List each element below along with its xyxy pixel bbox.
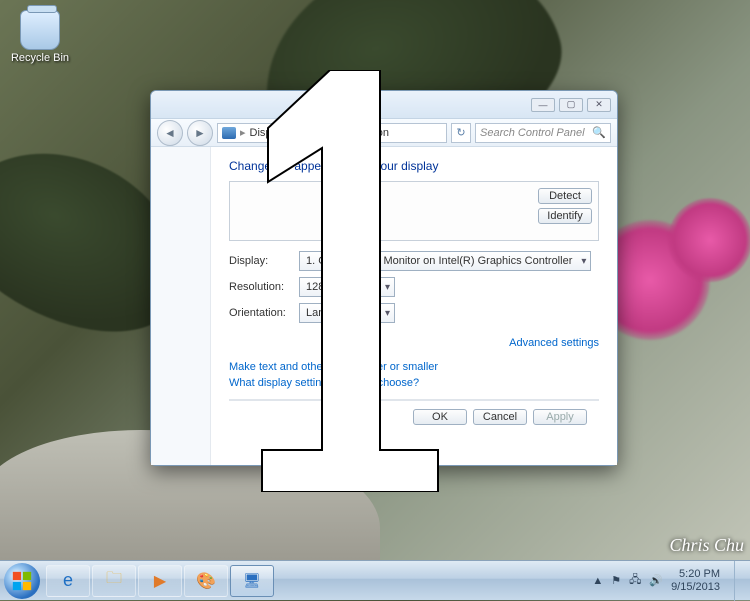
clock-time: 5:20 PM	[671, 568, 720, 580]
search-input[interactable]: Search Control Panel 🔍	[475, 123, 611, 143]
network-icon[interactable]: 🖧	[629, 571, 641, 590]
dialog-buttons: OK Cancel Apply	[229, 400, 599, 433]
show-desktop-button[interactable]	[734, 561, 744, 601]
identify-button[interactable]: Identify	[538, 208, 592, 224]
advanced-settings-link[interactable]: Advanced settings	[509, 337, 599, 349]
back-button[interactable]: ◄	[157, 120, 183, 146]
search-icon: 🔍	[592, 126, 606, 139]
minimize-button[interactable]: —	[531, 98, 555, 112]
chevron-right-icon: ▸	[290, 126, 296, 139]
ie-icon: e	[63, 570, 73, 591]
windows-logo-icon	[11, 570, 33, 592]
apply-button[interactable]: Apply	[533, 409, 587, 425]
search-placeholder: Search Control Panel	[480, 127, 585, 139]
left-sidebar	[151, 147, 211, 465]
pinned-apps: e 🗀 ▶ 🎨 🖥	[46, 565, 274, 597]
refresh-button[interactable]: ↻	[451, 123, 471, 143]
system-tray: ▲ ⚑ 🖧 🔊 5:20 PM 9/15/2013	[592, 561, 746, 601]
display-dropdown[interactable]: 1. Generic PnP Monitor on Intel(R) Graph…	[299, 251, 591, 271]
orientation-dropdown[interactable]: Landscape	[299, 303, 395, 323]
media-player-icon: ▶	[154, 571, 166, 591]
clock-date: 9/15/2013	[671, 581, 720, 593]
content-pane: Change the appearance of your display De…	[211, 147, 617, 465]
resolution-label: Resolution:	[229, 281, 299, 293]
action-center-icon[interactable]: ⚑	[611, 574, 621, 587]
nav-row: ◄ ► ▸ Display ▸ Screen Resolution ↻ Sear…	[151, 119, 617, 147]
display-label: Display:	[229, 255, 299, 267]
taskbar-explorer[interactable]: 🗀	[92, 565, 136, 597]
cancel-button[interactable]: Cancel	[473, 409, 527, 425]
display-icon: 🖥	[243, 572, 261, 589]
taskbar-ie[interactable]: e	[46, 565, 90, 597]
start-button[interactable]	[4, 563, 40, 599]
recycle-bin[interactable]: Recycle Bin	[10, 10, 70, 64]
wallpaper-watermark: Chris Chu	[669, 535, 744, 556]
display-help-link[interactable]: What display settings should I choose?	[229, 377, 599, 389]
breadcrumb-screen-resolution[interactable]: Screen Resolution	[299, 127, 389, 139]
wallpaper-flower	[668, 198, 750, 282]
titlebar[interactable]: — ▢ ✕	[151, 91, 617, 119]
forward-button[interactable]: ►	[187, 120, 213, 146]
window-client: Change the appearance of your display De…	[151, 147, 617, 465]
page-heading: Change the appearance of your display	[229, 159, 599, 173]
volume-icon[interactable]: 🔊	[649, 574, 663, 587]
text-size-link[interactable]: Make text and other items larger or smal…	[229, 361, 599, 373]
folder-icon: 🗀	[106, 567, 122, 594]
recycle-bin-label: Recycle Bin	[10, 52, 70, 64]
taskbar-media-player[interactable]: ▶	[138, 565, 182, 597]
ok-button[interactable]: OK	[413, 409, 467, 425]
taskbar-paint[interactable]: 🎨	[184, 565, 228, 597]
taskbar-control-panel[interactable]: 🖥	[230, 565, 274, 597]
paint-icon: 🎨	[196, 571, 216, 591]
clock[interactable]: 5:20 PM 9/15/2013	[671, 568, 720, 592]
orientation-label: Orientation:	[229, 307, 299, 319]
monitor-preview[interactable]: Detect Identify	[229, 181, 599, 241]
resolution-dropdown[interactable]: 1280 × 1024	[299, 277, 395, 297]
chevron-right-icon: ▸	[240, 126, 246, 139]
show-hidden-icons[interactable]: ▲	[592, 575, 603, 587]
control-panel-icon	[222, 127, 236, 139]
taskbar: e 🗀 ▶ 🎨 🖥 ▲ ⚑ 🖧 🔊 5:20 PM 9/15/2013	[0, 560, 750, 600]
address-bar[interactable]: ▸ Display ▸ Screen Resolution	[217, 123, 447, 143]
screen-resolution-window: — ▢ ✕ ◄ ► ▸ Display ▸ Screen Resolution …	[150, 90, 618, 466]
close-button[interactable]: ✕	[587, 98, 611, 112]
recycle-bin-icon	[20, 10, 60, 50]
detect-button[interactable]: Detect	[538, 188, 592, 204]
maximize-button[interactable]: ▢	[559, 98, 583, 112]
breadcrumb-display[interactable]: Display	[250, 127, 286, 139]
